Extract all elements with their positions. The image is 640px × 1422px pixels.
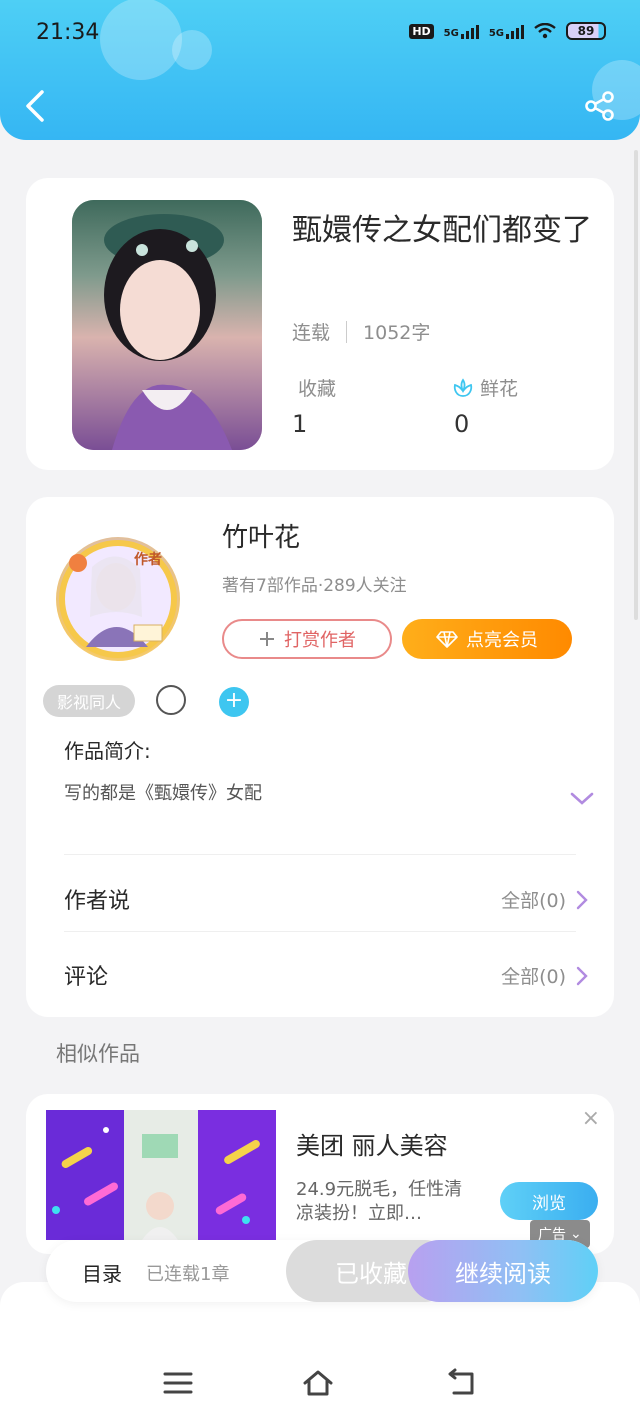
author-card: 作者 竹叶花 著有7部作品·289人关注 打赏作者 点亮会员 影视同人 + 作品… (26, 497, 614, 1017)
ad-browse-button[interactable]: 浏览 (500, 1182, 598, 1220)
signal-2-icon: 5G (489, 23, 524, 39)
menu-icon[interactable] (162, 1368, 194, 1398)
circle-icon[interactable] (156, 685, 186, 715)
chevron-down-icon[interactable] (570, 791, 594, 807)
status-icons: HD 5G 5G 89 (409, 22, 606, 40)
flowers-stat[interactable]: 鲜花 (452, 374, 518, 401)
comments-count: 全部(0) (501, 966, 566, 988)
divider (64, 854, 576, 855)
book-status: 连载 (292, 322, 331, 344)
chevron-right-icon (576, 890, 588, 909)
continue-reading-button[interactable]: 继续阅读 (408, 1240, 598, 1302)
book-meta: 连载 1052字 (292, 318, 430, 345)
favorites-label: 收藏 (298, 378, 337, 400)
ad-title: 美团 丽人美容 (296, 1132, 448, 1160)
book-info-card: 甄嬛传之女配们都变了 连载 1052字 收藏 1 鲜花 0 (26, 178, 614, 470)
similar-works-title: 相似作品 (56, 1042, 140, 1066)
cover-illustration (72, 200, 262, 450)
hd-icon: HD (409, 23, 434, 39)
comments-label: 评论 (64, 965, 109, 990)
flowers-value: 0 (454, 410, 470, 438)
tag-chip[interactable]: 影视同人 (43, 685, 136, 717)
ad-image[interactable] (46, 1110, 276, 1240)
author-says-count: 全部(0) (501, 890, 566, 912)
ad-card[interactable]: 美团 丽人美容 24.9元脱毛，任性清凉装扮！立即… × 浏览 广告 ⌄ (26, 1094, 614, 1254)
divider (64, 931, 576, 932)
book-cover-image[interactable] (72, 200, 262, 450)
close-icon[interactable]: × (582, 1106, 600, 1131)
author-stats: 著有7部作品·289人关注 (222, 576, 407, 596)
reward-author-label: 打赏作者 (284, 630, 356, 651)
favorites-value: 1 (292, 410, 308, 438)
ad-illustration (46, 1110, 276, 1240)
author-says-more[interactable]: 全部(0) (501, 886, 588, 913)
chevron-right-icon (576, 966, 588, 985)
network-type-label: 5G (488, 28, 504, 39)
author-badge: 作者 (134, 552, 162, 568)
toc-button[interactable]: 目录 (82, 1258, 122, 1287)
serial-status: 已连载1章 (146, 1264, 230, 1285)
bottom-panel (0, 1282, 640, 1422)
battery-indicator: 89 (566, 22, 606, 40)
author-name: 竹叶花 (222, 523, 301, 553)
diamond-icon (436, 631, 458, 648)
reward-author-button[interactable]: 打赏作者 (222, 619, 392, 659)
signal-1-icon: 5G (444, 23, 479, 39)
back-icon[interactable] (20, 88, 50, 124)
book-word-count: 1052字 (363, 322, 431, 344)
read-action-bar: 目录 已连载1章 已收藏 继续阅读 (46, 1240, 598, 1302)
vip-label: 点亮会员 (466, 630, 538, 651)
wifi-icon (534, 23, 556, 39)
decor-bubble (100, 0, 182, 80)
status-time: 21:34 (36, 20, 100, 45)
decor-bubble (172, 30, 212, 70)
back-nav-icon[interactable] (446, 1368, 478, 1398)
app-header: 21:34 HD 5G 5G 89 (0, 0, 640, 140)
home-icon[interactable] (302, 1368, 334, 1398)
author-says-label: 作者说 (64, 889, 131, 914)
add-tag-button[interactable]: + (219, 687, 249, 717)
flower-icon (453, 377, 473, 397)
intro-label: 作品简介: (64, 739, 151, 763)
vip-button[interactable]: 点亮会员 (402, 619, 572, 659)
flowers-label: 鲜花 (480, 378, 519, 400)
plus-icon (260, 632, 274, 646)
book-title: 甄嬛传之女配们都变了 (292, 213, 592, 248)
comments-more[interactable]: 全部(0) (501, 962, 588, 989)
meta-divider (346, 320, 348, 343)
share-icon[interactable] (584, 90, 616, 122)
intro-text: 写的都是《甄嬛传》女配 (64, 783, 262, 804)
ad-description: 24.9元脱毛，任性清凉装扮！立即… (296, 1179, 463, 1224)
scrollbar[interactable] (634, 150, 638, 620)
network-type-label: 5G (443, 28, 459, 39)
